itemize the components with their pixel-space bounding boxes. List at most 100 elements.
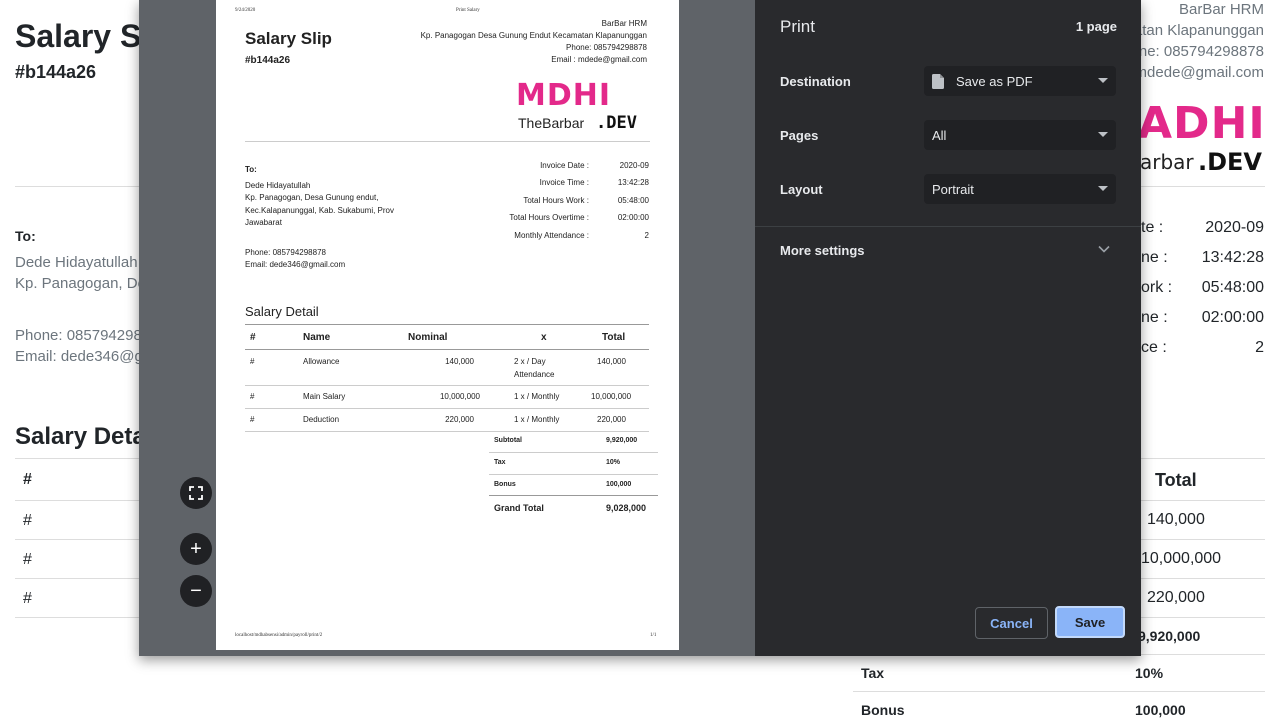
bg-bonus-value: 100,000 (1135, 702, 1186, 718)
preview-bonus-label: Bonus (494, 481, 516, 488)
preview-row-num: # (250, 357, 255, 366)
pages-value: All (932, 127, 947, 143)
preview-th-name: Name (303, 332, 331, 343)
bg-meta-value: 2 (1255, 339, 1264, 356)
bg-meta-label: te : (1141, 219, 1164, 236)
fit-to-page-button[interactable] (180, 477, 212, 509)
preview-meta-value: 05:48:00 (617, 196, 649, 205)
bg-table-header-hash: # (23, 471, 32, 488)
file-icon (932, 73, 944, 89)
preview-footer-page: 1/1 (650, 633, 657, 638)
bg-logo-mark: ADHI (1138, 98, 1266, 149)
preview-logo-dev: .DEV (596, 113, 637, 133)
preview-th-num: # (250, 332, 256, 343)
preview-salary-detail-title: Salary Detail (245, 304, 319, 319)
chevron-down-icon (1098, 78, 1108, 83)
bg-meta-label: ork : (1141, 279, 1173, 296)
preview-company-name: BarBar HRM (601, 19, 647, 28)
bg-meta-value: 2020-09 (1205, 219, 1264, 236)
save-button[interactable]: Save (1055, 606, 1125, 638)
preview-row-nominal: 140,000 (445, 357, 474, 366)
layout-select[interactable]: Portrait (924, 174, 1116, 204)
preview-meta-value: 13:42:28 (617, 178, 649, 187)
zoom-out-button[interactable]: − (180, 575, 212, 607)
preview-logo-text: TheBarbar (518, 115, 585, 131)
preview-tax-label: Tax (494, 459, 506, 466)
preview-row-x: 2 x / Day (514, 357, 546, 366)
preview-meta-label: Total Hours Work : (523, 196, 589, 205)
bg-recipient-email: Email: dede346@gm (15, 348, 156, 365)
preview-meta-label: Monthly Attendance : (514, 231, 589, 240)
preview-row-total: 220,000 (597, 415, 626, 424)
bg-meta-value: 13:42:28 (1201, 249, 1264, 266)
bg-page-title: Salary Sli (15, 18, 160, 54)
bg-logo-text: arbar (1140, 150, 1194, 174)
bg-total-header: Total (1155, 470, 1197, 490)
bg-row-hash: # (23, 551, 32, 568)
print-preview-area: 9/24/2020 Print Salary Salary Slip #b144… (139, 0, 755, 656)
pages-label: Pages (780, 128, 819, 143)
chevron-down-icon[interactable] (1098, 245, 1110, 253)
preview-tax-value: 10% (606, 459, 621, 466)
preview-row-x: Attendance (514, 370, 555, 379)
bg-total-value: 10,000,000 (1141, 550, 1222, 567)
preview-page: 9/24/2020 Print Salary Salary Slip #b144… (216, 0, 679, 650)
destination-select[interactable]: Save as PDF (924, 66, 1116, 96)
bg-summary-border (853, 691, 1265, 692)
bg-slip-id: #b144a26 (15, 62, 97, 82)
preview-th-x: x (541, 332, 547, 343)
bg-meta-label: ce : (1141, 339, 1167, 356)
bg-meta-value: 02:00:00 (1201, 309, 1264, 326)
preview-row-total: 140,000 (597, 357, 626, 366)
preview-row-name: Deduction (303, 415, 340, 424)
bg-total-value: 140,000 (1147, 511, 1205, 528)
bg-recipient-name: Dede Hidayatullah (15, 254, 138, 271)
preview-meta-label: Invoice Date : (540, 161, 589, 170)
more-settings-toggle[interactable]: More settings (780, 243, 865, 258)
preview-row-x: 1 x / Monthly (514, 392, 560, 401)
preview-meta-label: Total Hours Overtime : (509, 213, 589, 222)
preview-header-date: 9/24/2020 (235, 8, 256, 13)
print-title: Print (780, 17, 815, 36)
layout-label: Layout (780, 182, 823, 197)
settings-divider (755, 226, 1141, 227)
bg-row-hash: # (23, 512, 32, 529)
chevron-down-icon (1098, 132, 1108, 137)
preview-row-total: 10,000,000 (591, 392, 632, 401)
preview-summary-border (489, 474, 658, 475)
bg-recipient-phone: Phone: 0857942988 (15, 327, 151, 344)
preview-row-nominal: 10,000,000 (439, 392, 480, 401)
bg-meta-label: ne : (1141, 249, 1168, 266)
preview-row-name: Allowance (303, 357, 340, 366)
preview-header-title: Print Salary (456, 8, 480, 13)
bg-to-label: To: (15, 228, 36, 244)
preview-footer-url: localhost/mdhabsensi/admin/payroll/print… (235, 633, 323, 638)
bg-subtotal-value: 9,920,000 (1138, 628, 1201, 644)
preview-to-label: To: (245, 165, 257, 174)
zoom-in-icon: + (190, 538, 202, 560)
bg-meta-value: 05:48:00 (1201, 279, 1264, 296)
bg-meta-label: ne : (1141, 309, 1168, 326)
preview-row-num: # (250, 392, 255, 401)
bg-bonus-label: Bonus (861, 702, 905, 718)
preview-table-border (245, 408, 649, 409)
preview-subtotal-value: 9,920,000 (606, 437, 638, 444)
pages-select[interactable]: All (924, 120, 1116, 150)
layout-value: Portrait (932, 181, 974, 197)
bg-company-phone: one: 085794298878 (1130, 43, 1264, 60)
preview-logo-mark: MDHI (516, 78, 612, 113)
destination-label: Destination (780, 74, 851, 89)
preview-recipient-name: Dede Hidayatullah (245, 181, 311, 190)
chevron-down-icon (1098, 186, 1108, 191)
zoom-in-button[interactable]: + (180, 533, 212, 565)
preview-table-border (245, 385, 649, 386)
preview-table-border (245, 349, 649, 350)
preview-th-nominal: Nominal (408, 332, 448, 343)
bg-company-name: BarBar HRM (1178, 1, 1264, 18)
preview-recipient-address: Kp. Panagogan, Desa Gunung endut, (245, 193, 379, 202)
cancel-button[interactable]: Cancel (975, 607, 1048, 639)
preview-table-border (245, 324, 649, 325)
preview-company-address: Kp. Panagogan Desa Gunung Endut Kecamata… (420, 31, 647, 40)
preview-company-email: Email : mdede@gmail.com (551, 55, 647, 64)
preview-divider (245, 141, 650, 142)
